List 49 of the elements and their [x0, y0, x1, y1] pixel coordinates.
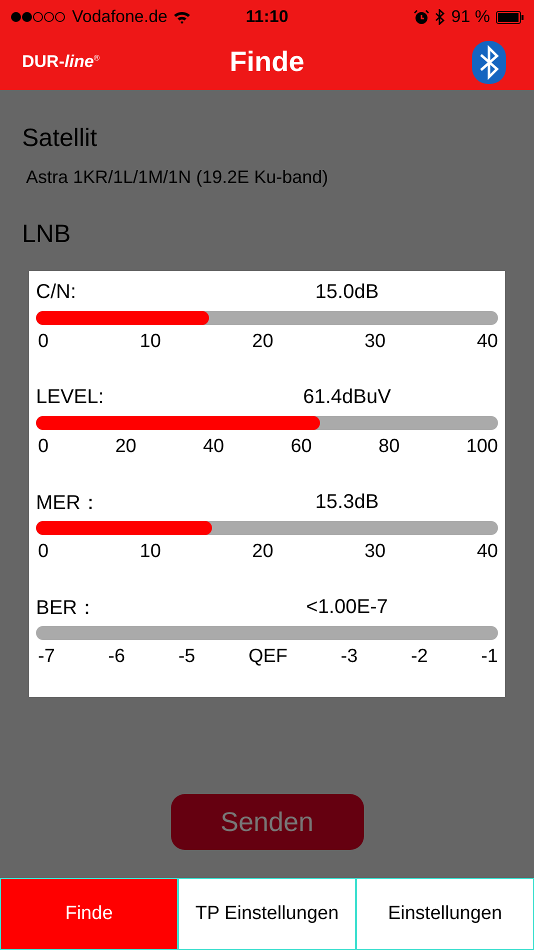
scale-label: -3	[340, 646, 358, 668]
scale-label: 20	[252, 541, 274, 563]
wifi-icon	[173, 10, 192, 24]
scale-label: 0	[38, 436, 49, 458]
scale-label: 40	[476, 541, 498, 563]
meter-reading: <1.00E-7	[306, 596, 388, 618]
satellite-value[interactable]: Astra 1KR/1L/1M/1N (19.2E Ku-band)	[22, 167, 512, 188]
scale-label: 30	[364, 331, 386, 353]
meter-reading: 61.4dBuV	[303, 386, 391, 408]
meter-label: C/N:	[36, 280, 76, 304]
bluetooth-icon	[435, 9, 446, 25]
battery-icon	[496, 10, 524, 24]
scale-label: 20	[252, 331, 274, 353]
scale-label: 30	[364, 541, 386, 563]
screen-title: Finde	[230, 46, 304, 78]
scale-label: -7	[38, 646, 55, 668]
scale-label: -2	[410, 646, 428, 668]
logo: DUR-line$^{®}$	[22, 52, 100, 72]
meter-reading: 15.3dB	[315, 490, 379, 514]
meter-label: LEVEL:	[36, 386, 104, 408]
scale-label: -5	[178, 646, 196, 668]
scale-label: 10	[140, 541, 161, 563]
send-button[interactable]: Senden	[170, 794, 364, 850]
scale-label: 10	[140, 331, 161, 353]
scale-label: 40	[202, 436, 224, 458]
battery-percent: 91 %	[451, 7, 490, 27]
alarm-icon	[414, 10, 430, 24]
tab[interactable]: Finde	[0, 878, 178, 950]
meter-label: MER：	[36, 490, 100, 516]
tab[interactable]: TP Einstellungen	[178, 878, 356, 950]
meter-label: BER：	[36, 596, 98, 620]
meter-reading: 15.0dB	[315, 280, 379, 304]
scale-label: 60	[290, 436, 312, 458]
scale-label: QEF	[248, 646, 288, 668]
scale-label: 20	[115, 436, 136, 458]
scale-label: 0	[38, 331, 49, 353]
scale-label: -6	[108, 646, 126, 668]
scale-label: 40	[476, 331, 498, 353]
bluetooth-button-icon[interactable]	[472, 40, 506, 84]
scale-label: 0	[38, 541, 49, 563]
signal-icon	[10, 11, 66, 23]
satellite-label: Satellit	[22, 124, 98, 153]
carrier-name: Vodafone.de	[72, 7, 168, 27]
scale-label: -1	[481, 646, 498, 668]
scale-label: 100	[466, 436, 498, 458]
scale-label: 80	[378, 436, 400, 458]
lnb-label: LNB	[22, 220, 72, 249]
status-time: 11:10	[246, 7, 288, 27]
tab[interactable]: Einstellungen	[356, 878, 534, 950]
